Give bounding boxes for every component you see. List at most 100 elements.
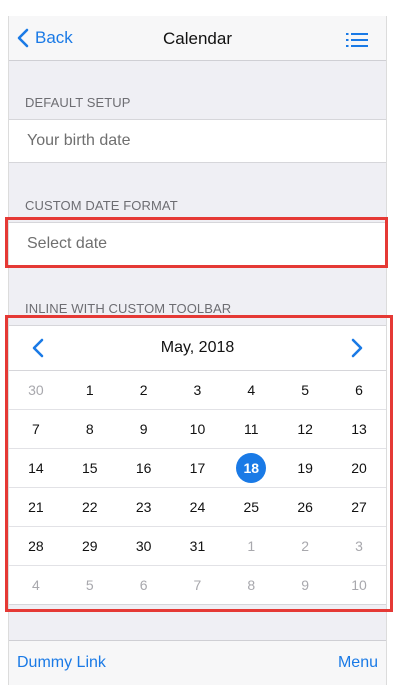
calendar-week-row: 14 15 16 17 18 19 20 — [9, 449, 386, 488]
calendar-day-number: 29 — [81, 538, 98, 554]
list-menu-icon[interactable] — [346, 32, 368, 48]
calendar-day-number: 13 — [351, 421, 367, 437]
calendar-day[interactable]: 13 — [332, 410, 386, 448]
calendar-week-row: 7 8 9 10 11 12 13 — [9, 410, 386, 449]
calendar-day-number: 30 — [28, 382, 44, 398]
calendar-day-number: 15 — [81, 460, 98, 476]
calendar-day-number: 31 — [189, 538, 206, 554]
calendar-day[interactable]: 25 — [224, 488, 278, 526]
calendar-day-number: 7 — [193, 577, 202, 593]
calendar-day[interactable]: 30 — [9, 371, 63, 409]
calendar-day-selected[interactable]: 18 — [224, 449, 278, 487]
section-title-custom: CUSTOM DATE FORMAT — [25, 198, 178, 213]
birth-date-field[interactable] — [9, 119, 386, 163]
calendar-day[interactable]: 1 — [63, 371, 117, 409]
calendar-day-number: 5 — [85, 577, 94, 593]
calendar-day[interactable]: 10 — [171, 410, 225, 448]
calendar-day-number: 7 — [32, 421, 40, 437]
birth-date-input[interactable] — [25, 120, 359, 162]
calendar-day[interactable]: 15 — [63, 449, 117, 487]
calendar-day[interactable]: 6 — [332, 371, 386, 409]
calendar-day[interactable]: 20 — [332, 449, 386, 487]
calendar-day-number: 11 — [244, 421, 259, 437]
calendar-day-number: 3 — [355, 538, 363, 554]
custom-date-field[interactable] — [9, 222, 386, 266]
calendar-day[interactable]: 10 — [332, 566, 386, 604]
dummy-link[interactable]: Dummy Link — [17, 654, 106, 672]
calendar-day-number: 2 — [301, 538, 310, 554]
calendar-day-number: 24 — [189, 499, 206, 515]
calendar-day[interactable]: 7 — [171, 566, 225, 604]
calendar-day-number: 4 — [247, 382, 256, 398]
calendar-day[interactable]: 31 — [171, 527, 225, 565]
calendar-day-number: 10 — [189, 421, 206, 437]
calendar-day[interactable]: 23 — [117, 488, 171, 526]
calendar-day-number: 1 — [85, 382, 94, 398]
calendar-day[interactable]: 3 — [332, 527, 386, 565]
calendar-day[interactable]: 1 — [224, 527, 278, 565]
navbar: Back Calendar — [9, 16, 386, 61]
calendar-week-row: 4 5 6 7 8 9 10 — [9, 566, 386, 604]
menu-link[interactable]: Menu — [338, 654, 378, 672]
calendar-week-row: 30 1 2 3 4 5 6 — [9, 371, 386, 410]
calendar-day[interactable]: 21 — [9, 488, 63, 526]
calendar-day-number: 21 — [28, 499, 44, 515]
section-title-default: DEFAULT SETUP — [25, 95, 131, 110]
calendar-day[interactable]: 29 — [63, 527, 117, 565]
custom-date-input[interactable] — [25, 223, 359, 265]
calendar-day[interactable]: 2 — [117, 371, 171, 409]
calendar-day-number: 6 — [355, 382, 363, 398]
calendar-day-number: 16 — [135, 460, 152, 476]
calendar-week-row: 28 29 30 31 1 2 3 — [9, 527, 386, 566]
calendar-day[interactable]: 30 — [117, 527, 171, 565]
calendar-day-number: 19 — [297, 460, 313, 476]
chevron-right-icon[interactable] — [344, 337, 368, 359]
calendar-day-number: 8 — [247, 577, 256, 593]
calendar-day[interactable]: 22 — [63, 488, 117, 526]
calendar-day[interactable]: 9 — [117, 410, 171, 448]
calendar-day-number: 9 — [301, 577, 310, 593]
calendar-day[interactable]: 27 — [332, 488, 386, 526]
calendar-day[interactable]: 2 — [278, 527, 332, 565]
calendar-day[interactable]: 5 — [278, 371, 332, 409]
calendar-day[interactable]: 8 — [224, 566, 278, 604]
calendar-day[interactable]: 6 — [117, 566, 171, 604]
calendar-day[interactable]: 24 — [171, 488, 225, 526]
calendar-day-number: 25 — [243, 499, 260, 515]
calendar-day-number: 2 — [139, 382, 148, 398]
calendar-day-number: 10 — [351, 577, 367, 593]
calendar-day[interactable]: 7 — [9, 410, 63, 448]
page-title: Calendar — [163, 29, 232, 48]
inline-calendar: May, 2018 30 1 2 3 4 5 6 7 8 9 10 11 12 13 14 15 16 17 18 1… — [9, 325, 386, 605]
calendar-day-number: 6 — [139, 577, 148, 593]
calendar-day-number: 12 — [297, 421, 313, 437]
calendar-day[interactable]: 17 — [171, 449, 225, 487]
calendar-day[interactable]: 4 — [9, 566, 63, 604]
calendar-day[interactable]: 19 — [278, 449, 332, 487]
calendar-day[interactable]: 4 — [224, 371, 278, 409]
calendar-day-number: 20 — [351, 460, 367, 476]
calendar-day-number: 9 — [139, 421, 148, 437]
calendar-day-number: 27 — [351, 499, 367, 515]
calendar-day[interactable]: 5 — [63, 566, 117, 604]
calendar-day-number: 5 — [301, 382, 310, 398]
calendar-day[interactable]: 8 — [63, 410, 117, 448]
calendar-day-number: 23 — [135, 499, 152, 515]
calendar-month-label: May, 2018 — [160, 339, 235, 356]
calendar-week-row: 21 22 23 24 25 26 27 — [9, 488, 386, 527]
calendar-day[interactable]: 3 — [171, 371, 225, 409]
calendar-day[interactable]: 11 — [224, 410, 278, 448]
calendar-day-number: 8 — [85, 421, 94, 437]
app-window: Back Calendar DEFAULT SETUP CUSTOM DATE … — [8, 16, 387, 685]
calendar-day-number: 28 — [28, 538, 44, 554]
calendar-day[interactable]: 28 — [9, 527, 63, 565]
calendar-day-number: 4 — [32, 577, 40, 593]
calendar-day[interactable]: 16 — [117, 449, 171, 487]
calendar-day[interactable]: 12 — [278, 410, 332, 448]
calendar-day-number: 3 — [193, 382, 202, 398]
calendar-toolbar: May, 2018 — [9, 326, 386, 371]
bottom-toolbar: Dummy Link Menu — [9, 640, 386, 685]
calendar-day[interactable]: 26 — [278, 488, 332, 526]
calendar-day[interactable]: 14 — [9, 449, 63, 487]
calendar-day[interactable]: 9 — [278, 566, 332, 604]
